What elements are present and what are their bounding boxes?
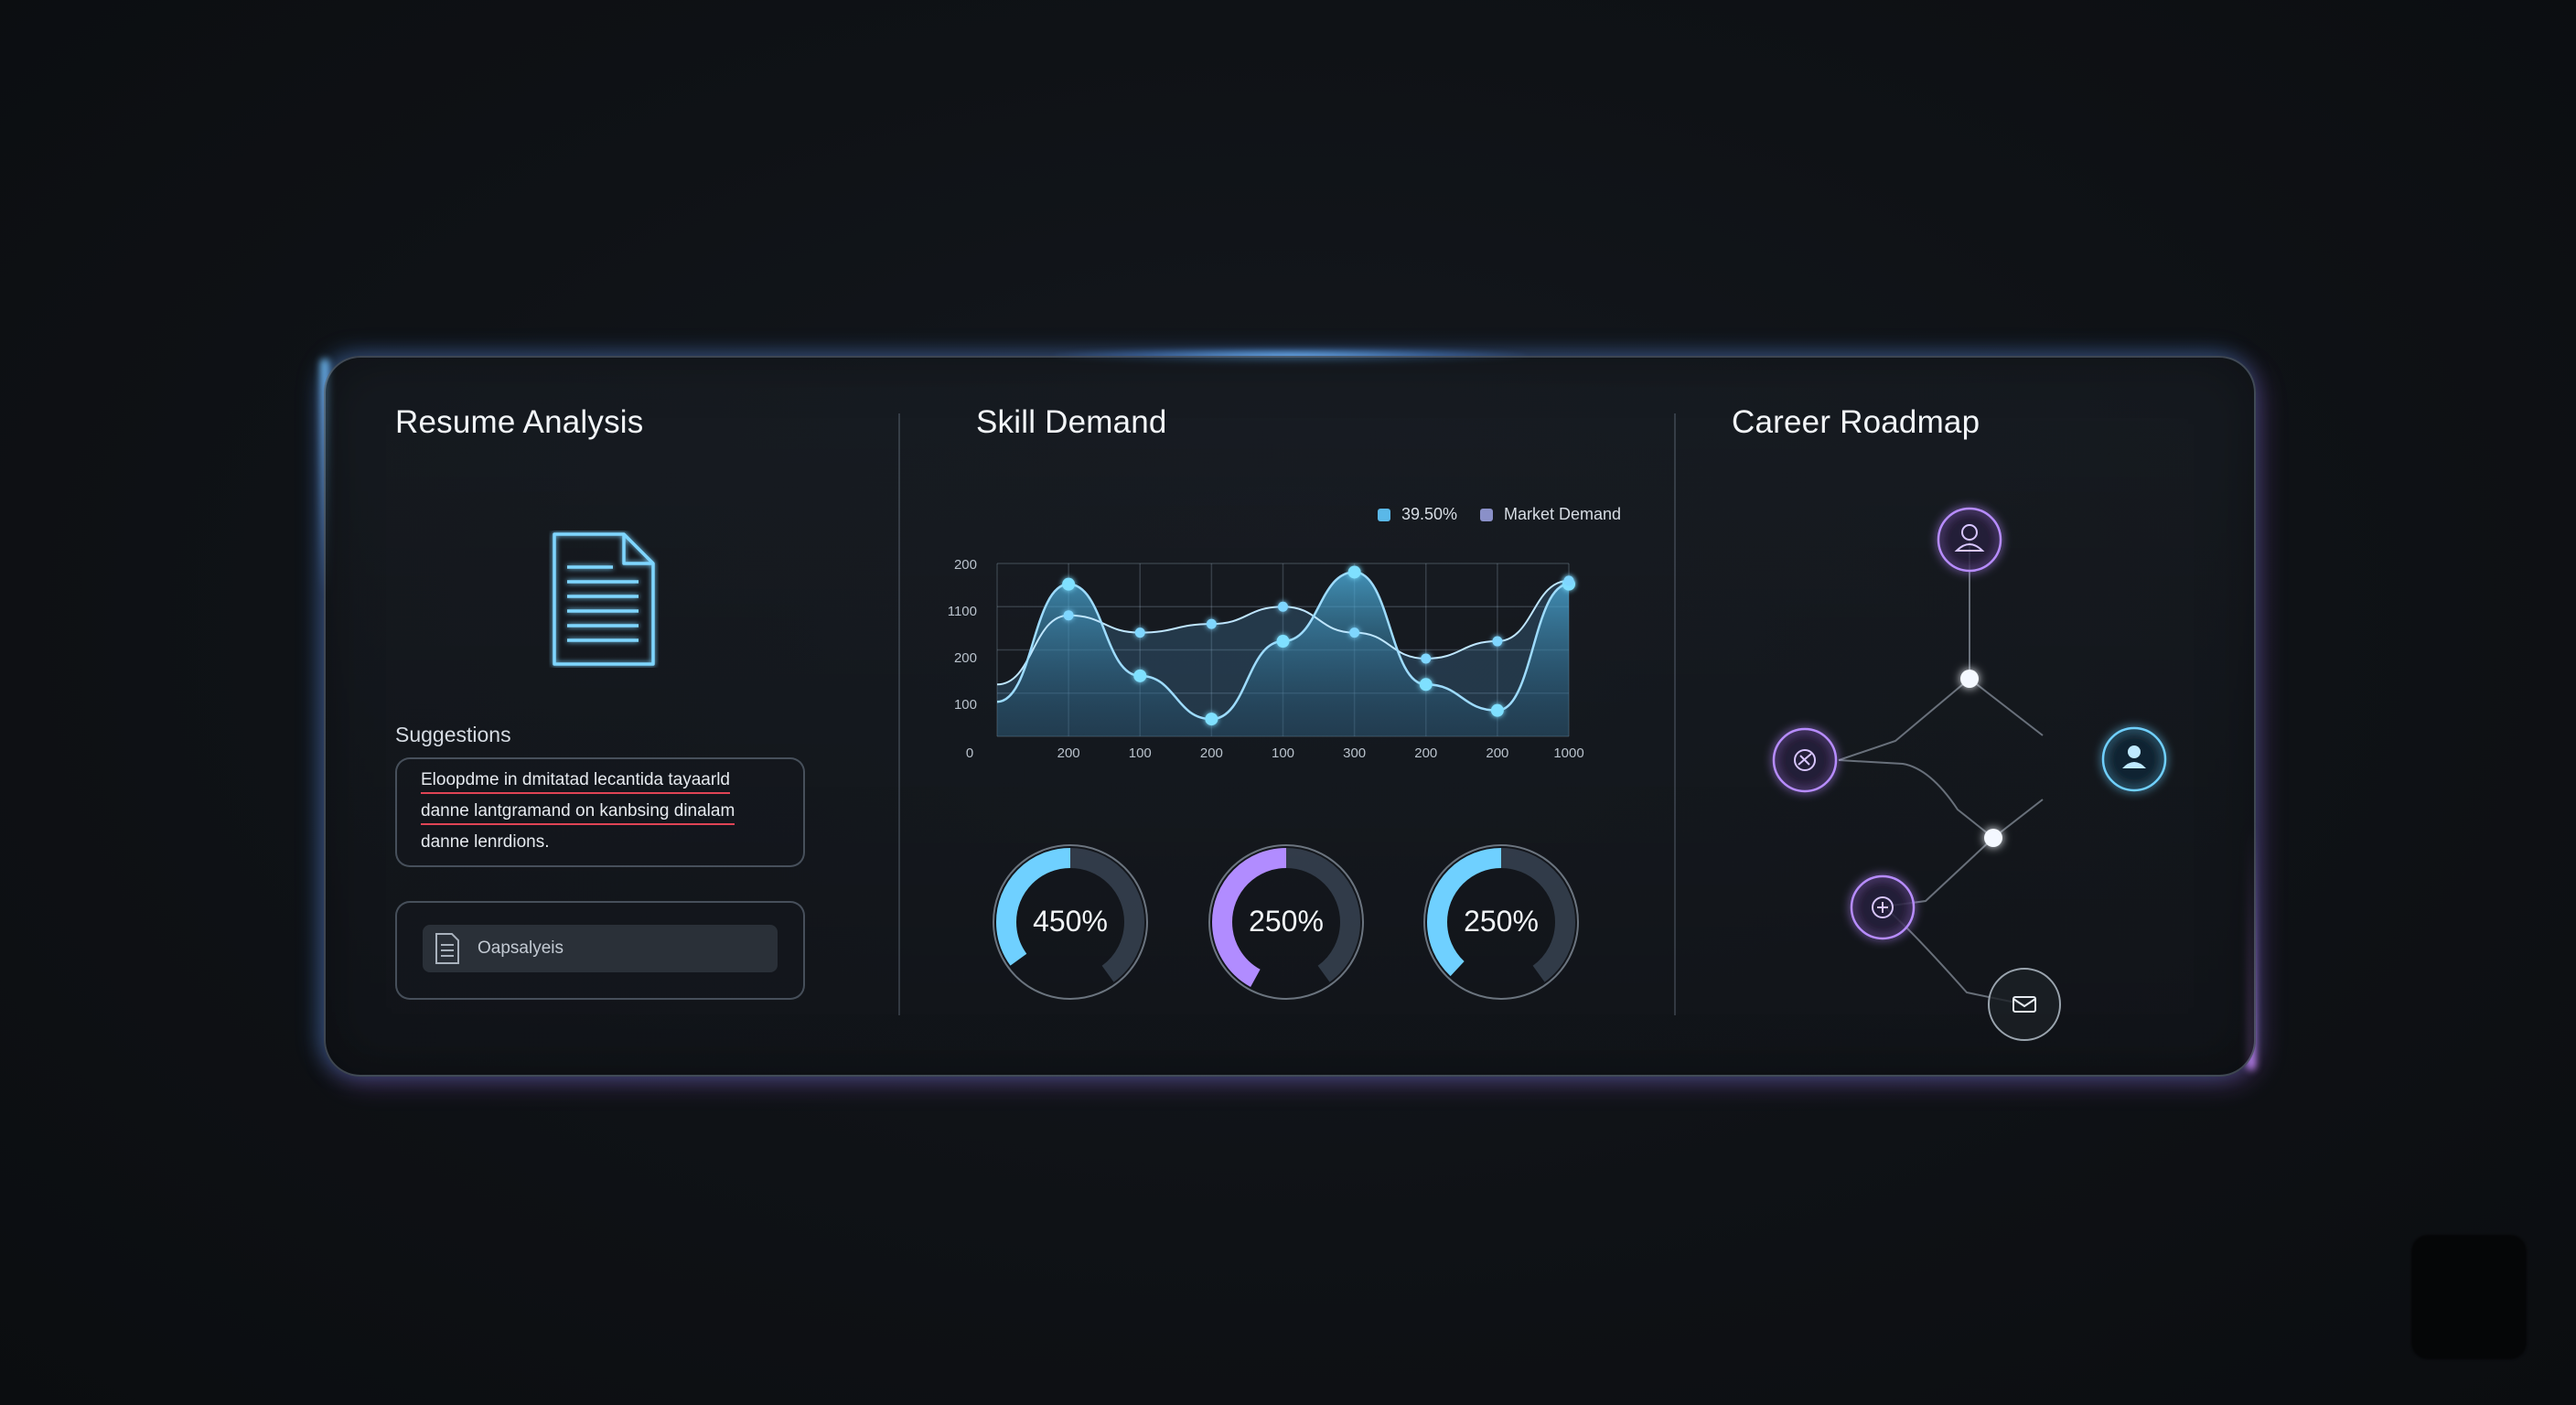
roadmap-node-person-top[interactable]	[1937, 507, 2002, 573]
roadmap-node-target[interactable]	[1850, 874, 1916, 940]
chart-point-series-2	[1492, 636, 1503, 647]
donut-label-2: 250%	[1249, 905, 1324, 938]
suggestions-box: Eloopdme in dmitatad lecantida tayaarld …	[395, 757, 805, 867]
chart-x-tick: 100	[1129, 745, 1152, 761]
chart-y-tick: 100	[954, 697, 977, 713]
chart-x-tick: 100	[1272, 745, 1294, 761]
chart-point-series-2	[1349, 627, 1360, 638]
analysis-action-box: Oapsalyeis	[395, 901, 805, 1000]
suggestion-line-1: Eloopdme in dmitatad lecantida tayaarld	[421, 770, 730, 794]
chart-y-tick: 200	[954, 557, 977, 573]
chart-point-series-1	[1205, 713, 1218, 726]
analysis-button[interactable]: Oapsalyeis	[423, 925, 778, 972]
chart-point-series-1	[1062, 577, 1076, 591]
chart-y-tick: 1100	[948, 604, 977, 619]
chart-point-series-2	[1421, 653, 1432, 664]
chart-y-tick: 200	[954, 650, 977, 666]
legend-item-1: 39.50%	[1378, 505, 1457, 524]
chart-point-series-1	[1133, 669, 1147, 682]
chart-point-series-2	[1278, 601, 1288, 612]
chart-x-tick: 200	[1486, 745, 1508, 761]
document-icon	[553, 532, 655, 666]
skill-demand-chart: 200 1100 200 100 0 200 100 200 100 300 200 200 1000	[948, 557, 1584, 761]
career-roadmap-title: Career Roadmap	[1732, 404, 1980, 440]
career-roadmap-graph	[1772, 507, 2167, 1041]
roadmap-node-mail[interactable]	[1988, 968, 2061, 1041]
divider-right	[1674, 413, 1676, 1015]
roadmap-node-badge-left[interactable]	[1772, 727, 1838, 793]
roadmap-junction-2	[1984, 829, 2002, 847]
donut-label-1: 450%	[1033, 905, 1108, 938]
legend-swatch-1	[1378, 508, 1390, 521]
legend-label-1: 39.50%	[1401, 505, 1458, 523]
legend-label-2: Market Demand	[1504, 505, 1622, 523]
chart-x-tick: 300	[1343, 745, 1366, 761]
chart-x-tick: 200	[1057, 745, 1080, 761]
chart-point-series-1	[1347, 565, 1361, 579]
chart-x-tick: 0	[966, 745, 973, 761]
corner-artifact	[2411, 1235, 2527, 1359]
donut-label-3: 250%	[1464, 905, 1539, 938]
chart-point-series-1	[1276, 635, 1290, 649]
legend-item-2: Market Demand	[1480, 505, 1621, 524]
suggestions-label: Suggestions	[395, 723, 511, 746]
chart-point-series-1	[1490, 703, 1504, 717]
resume-analysis-title: Resume Analysis	[395, 404, 644, 440]
roadmap-node-person-right[interactable]	[2101, 726, 2167, 792]
chart-point-series-2	[1206, 618, 1217, 629]
chart-point-series-1	[1419, 678, 1433, 692]
chart-point-series-2	[1134, 627, 1145, 638]
chart-x-tick: 200	[1200, 745, 1223, 761]
legend-swatch-2	[1480, 508, 1493, 521]
analysis-button-label: Oapsalyeis	[478, 938, 564, 958]
suggestion-line-3: danne lenrdions.	[421, 832, 550, 852]
file-icon	[435, 933, 459, 964]
divider-left	[898, 413, 900, 1015]
chart-point-series-2	[1063, 610, 1074, 621]
skill-demand-title: Skill Demand	[976, 404, 1167, 440]
chart-x-tick: 200	[1414, 745, 1437, 761]
chart-x-tick: 1000	[1553, 745, 1583, 761]
suggestion-line-2: danne lantgramand on kanbsing dinalam	[421, 801, 735, 825]
chart-point-series-2	[1563, 575, 1574, 586]
roadmap-junction-1	[1960, 670, 1979, 688]
